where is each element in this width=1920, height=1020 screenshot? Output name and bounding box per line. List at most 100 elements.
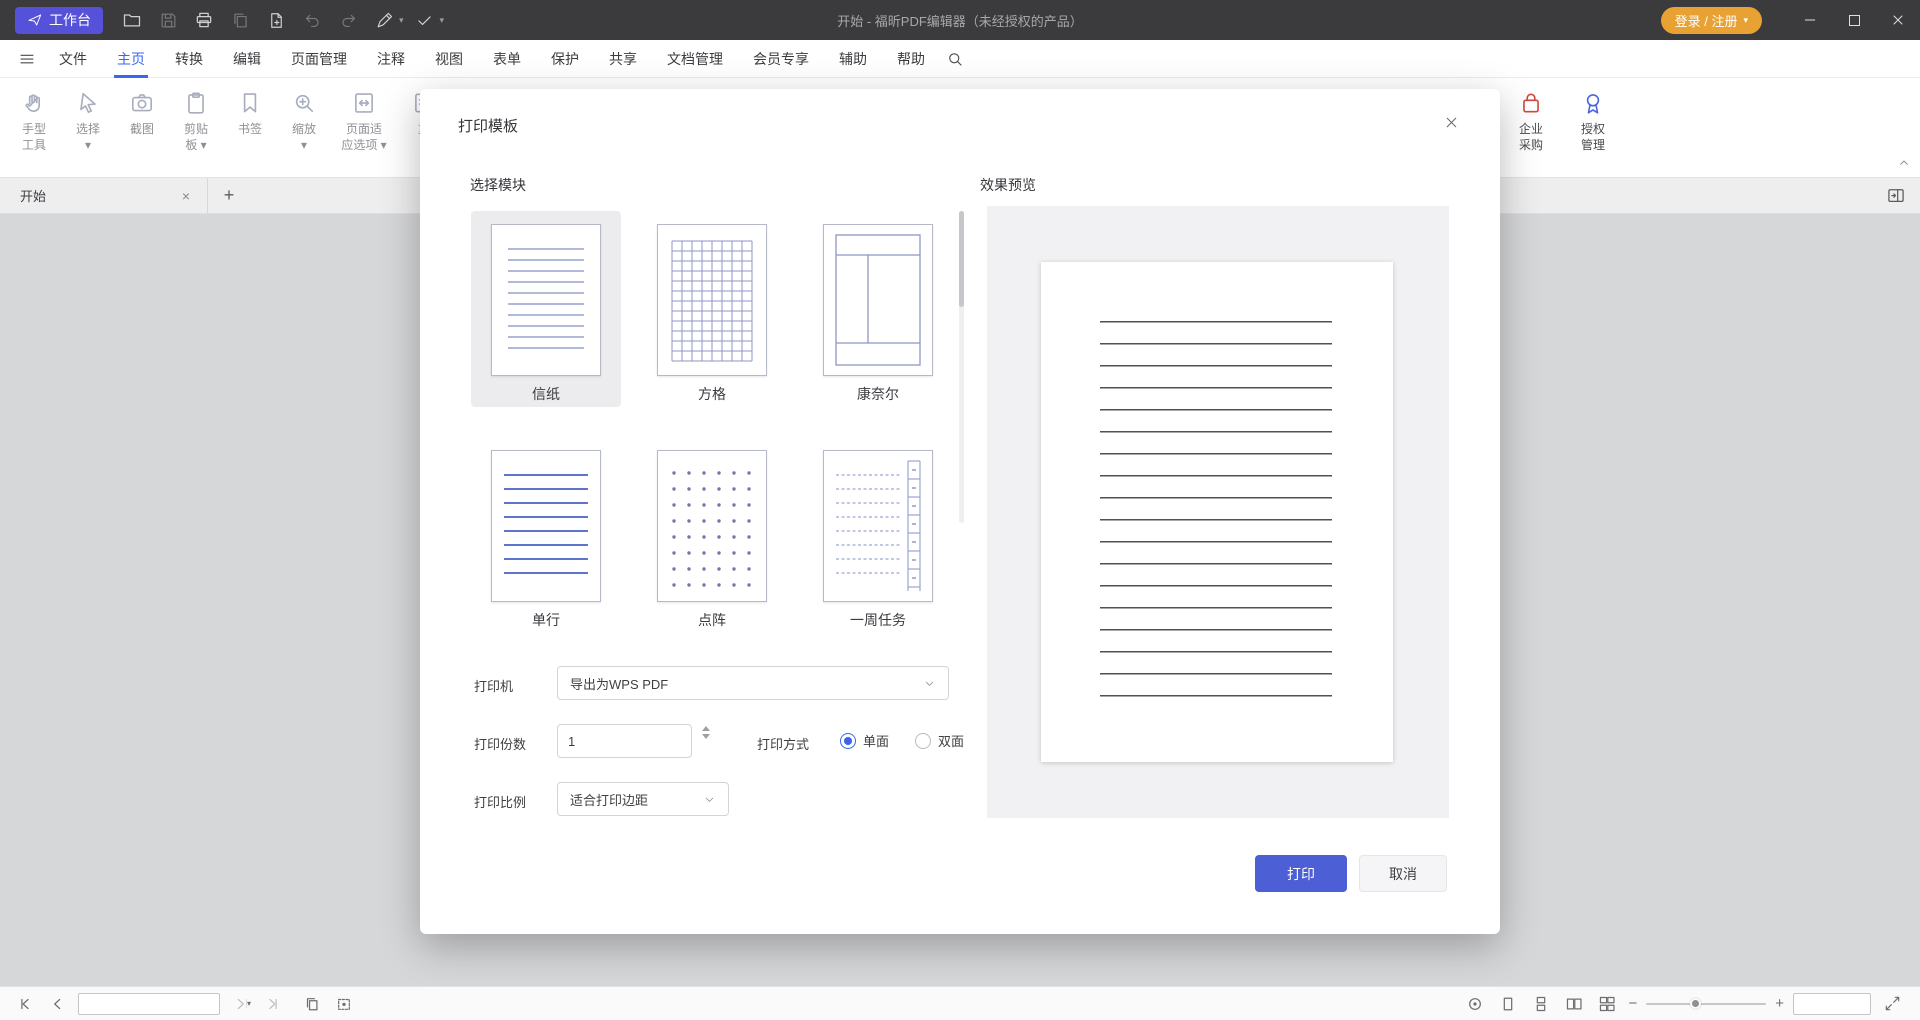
template-label: 一周任务 (850, 610, 906, 630)
menu-item-share[interactable]: 共享 (594, 40, 652, 78)
template-grid[interactable]: 方格 (637, 211, 787, 407)
pen-tool-button[interactable] (369, 6, 399, 34)
panel-toggle-button[interactable] (1886, 186, 1906, 206)
tab-start[interactable]: 开始 × (0, 178, 208, 214)
pen-tool-dropdown[interactable]: ▾ (399, 15, 404, 26)
zoom-level-input[interactable] (1794, 994, 1870, 1014)
menu-item-file[interactable]: 文件 (44, 40, 102, 78)
hand-icon (21, 90, 47, 116)
menu-item-help[interactable]: 帮助 (882, 40, 940, 78)
menu-item-doc-manage[interactable]: 文档管理 (652, 40, 738, 78)
tool-enterprise-purchase[interactable]: 企业 采购 (1505, 88, 1557, 155)
template-letter[interactable]: 信纸 (471, 211, 621, 407)
tool-label: 工具 (22, 137, 46, 153)
menu-item-home[interactable]: 主页 (102, 40, 160, 78)
template-weekly-tasks[interactable]: 一周任务 (803, 437, 953, 633)
menu-item-accessibility[interactable]: 辅助 (824, 40, 882, 78)
template-cornell[interactable]: 康奈尔 (803, 211, 953, 407)
snapshot-copy-button[interactable] (300, 992, 324, 1016)
tool-hand[interactable]: 手型 工具 (8, 88, 60, 155)
continuous-page-icon (1532, 995, 1550, 1013)
facing-continuous-view-button[interactable] (1595, 992, 1619, 1016)
zoom-slider-thumb[interactable] (1690, 998, 1701, 1009)
tool-snapshot[interactable]: 截图 (116, 88, 168, 155)
focus-mode-button[interactable] (1463, 992, 1487, 1016)
dialog-close-button[interactable] (1438, 109, 1464, 135)
chevron-left-icon (49, 995, 67, 1013)
template-label: 单行 (532, 610, 560, 630)
create-pdf-button[interactable] (261, 6, 291, 34)
new-tab-button[interactable]: + (214, 181, 244, 211)
tool-select[interactable]: 选择 ▾ (62, 88, 114, 155)
chevron-right-icon (231, 995, 249, 1013)
cancel-button[interactable]: 取消 (1359, 855, 1447, 892)
check-tool-button[interactable] (410, 6, 440, 34)
menu-item-edit[interactable]: 编辑 (218, 40, 276, 78)
print-scale-select[interactable]: 适合打印边距 (557, 782, 729, 816)
minimize-button[interactable] (1788, 0, 1832, 40)
redo-button[interactable] (333, 6, 363, 34)
template-weekly-tasks-thumbnail (823, 450, 933, 602)
last-page-button[interactable] (260, 992, 284, 1016)
tool-zoom[interactable]: 缩放 ▾ (278, 88, 330, 155)
tool-label: 采购 (1519, 137, 1543, 153)
menu-item-protect[interactable]: 保护 (536, 40, 594, 78)
maximize-button[interactable] (1832, 0, 1876, 40)
template-scrollbar[interactable] (959, 211, 964, 523)
page-number-combobox[interactable]: ▾ (78, 993, 220, 1015)
menu-label: 文件 (59, 49, 87, 69)
license-badge-icon (1580, 90, 1606, 116)
workspace-button[interactable]: 工作台 (15, 7, 103, 34)
menu-item-form[interactable]: 表单 (478, 40, 536, 78)
close-window-button[interactable] (1876, 0, 1920, 40)
copies-input[interactable] (557, 724, 692, 758)
open-file-button[interactable] (117, 6, 147, 34)
first-page-button[interactable] (14, 992, 38, 1016)
copy-button[interactable] (225, 6, 255, 34)
menu-search-button[interactable] (946, 50, 964, 68)
tool-bookmark[interactable]: 书签 (224, 88, 276, 155)
ribbon-collapse-button[interactable] (1896, 155, 1912, 171)
page-number-input[interactable] (79, 994, 246, 1014)
printer-icon (194, 10, 214, 30)
scrollbar-thumb[interactable] (959, 211, 964, 307)
tool-label: 手型 (22, 121, 46, 137)
tool-license-manage[interactable]: 授权 管理 (1567, 88, 1619, 155)
menu-item-page-manage[interactable]: 页面管理 (276, 40, 362, 78)
print-button[interactable] (189, 6, 219, 34)
menu-item-member[interactable]: 会员专享 (738, 40, 824, 78)
zoom-level-box[interactable] (1793, 993, 1871, 1015)
radio-single-sided[interactable]: 单面 (840, 731, 889, 750)
check-tool-dropdown[interactable]: ▾ (440, 15, 445, 26)
login-register-button[interactable]: 登录 / 注册 ▾ (1661, 7, 1762, 34)
printer-select[interactable]: 导出为WPS PDF (557, 666, 949, 700)
single-page-view-button[interactable] (1496, 992, 1520, 1016)
zoom-slider[interactable] (1646, 1003, 1766, 1005)
snapshot-select-button[interactable] (332, 992, 356, 1016)
main-menu-button[interactable] (18, 50, 36, 68)
previous-page-button[interactable] (46, 992, 70, 1016)
menu-item-view[interactable]: 视图 (420, 40, 478, 78)
tab-close-icon[interactable]: × (177, 188, 195, 204)
save-icon (159, 11, 178, 30)
print-confirm-button[interactable]: 打印 (1255, 855, 1347, 892)
facing-view-button[interactable] (1562, 992, 1586, 1016)
zoom-out-button[interactable]: − (1628, 995, 1637, 1012)
menu-item-convert[interactable]: 转换 (160, 40, 218, 78)
next-page-button[interactable] (228, 992, 252, 1016)
continuous-view-button[interactable] (1529, 992, 1553, 1016)
copies-decrement-button[interactable] (702, 734, 710, 739)
template-dot-matrix[interactable]: 点阵 (637, 437, 787, 633)
save-button[interactable] (153, 6, 183, 34)
tool-label: 缩放 (292, 121, 316, 137)
fullscreen-button[interactable] (1880, 992, 1904, 1016)
radio-double-sided[interactable]: 双面 (915, 731, 964, 750)
copies-increment-button[interactable] (702, 726, 710, 731)
menu-item-comment[interactable]: 注释 (362, 40, 420, 78)
tool-clipboard[interactable]: 剪贴 板 ▾ (170, 88, 222, 155)
undo-button[interactable] (297, 6, 327, 34)
tool-page-fit-options[interactable]: 页面适 应选项 ▾ (332, 88, 396, 155)
tool-label: 剪贴 (184, 121, 208, 137)
template-single-line[interactable]: 单行 (471, 437, 621, 633)
zoom-in-button[interactable]: + (1775, 995, 1784, 1012)
